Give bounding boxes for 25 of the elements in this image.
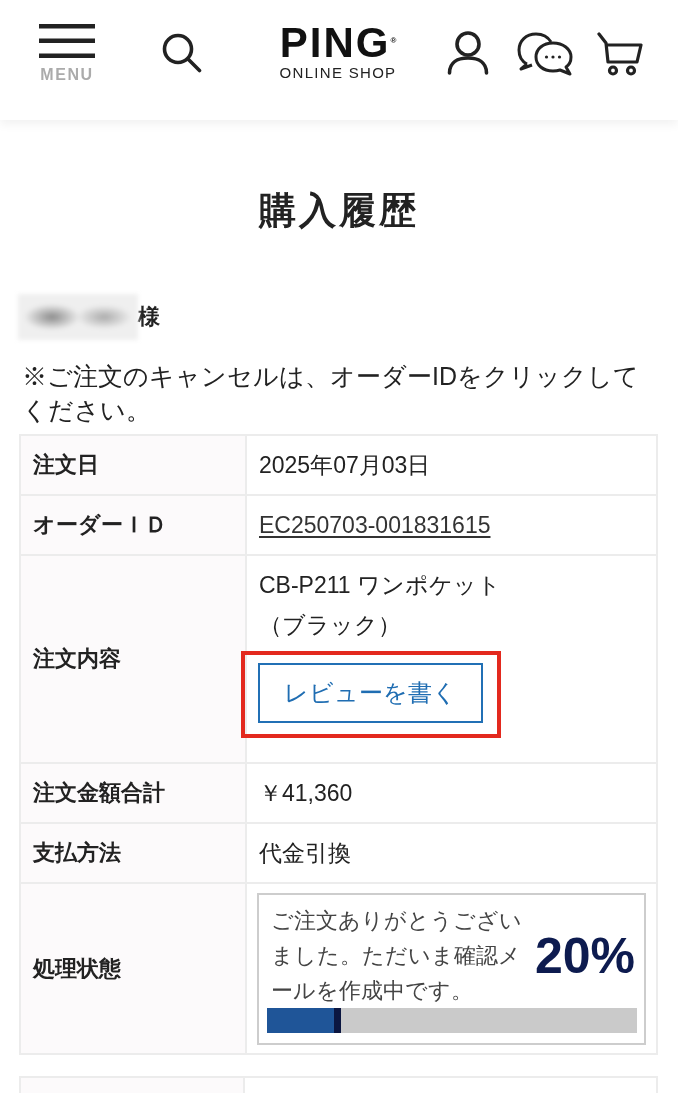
- table-header-cell: 注文日: [20, 435, 246, 495]
- chat-icon[interactable]: [517, 32, 573, 76]
- table-header-cell: 処理状態: [20, 883, 246, 1054]
- honorific-text: 様: [138, 303, 160, 331]
- person-icon[interactable]: [447, 31, 489, 75]
- cancel-notice: ※ご注文のキャンセルは、オーダーIDをクリックしてください。: [21, 361, 640, 426]
- menu-icon: [39, 24, 95, 58]
- table-cell: 2025年07月03日: [246, 435, 657, 495]
- product-name: CB-P211 ワンポケット: [259, 571, 502, 600]
- table-header-cell: オーダーＩＤ: [20, 495, 246, 555]
- page-title: 購入履歴: [257, 189, 420, 233]
- cart-icon[interactable]: [597, 32, 643, 76]
- table-cell: 代金引換: [246, 823, 657, 883]
- progress-percent: 20%: [534, 927, 635, 984]
- order-id-link[interactable]: EC250703-001831615: [259, 512, 491, 538]
- logo-tagline: ONLINE SHOP: [279, 64, 397, 82]
- product-variant: （ブラック）: [259, 611, 402, 640]
- logo-wordmark: PING$^{®}$: [279, 25, 397, 61]
- table-header-cell: 支払方法: [20, 823, 246, 883]
- search-icon[interactable]: [162, 33, 202, 73]
- review-button[interactable]: レビューを書く: [258, 663, 483, 723]
- status-message: ご注文ありがとうございました。ただいま確認メールを作成中です。: [271, 907, 523, 1005]
- table-cell: ￥41,360: [246, 763, 657, 823]
- table-header-cell: 注文内容: [20, 555, 246, 763]
- table-header-cell: 注文金額合計: [20, 763, 246, 823]
